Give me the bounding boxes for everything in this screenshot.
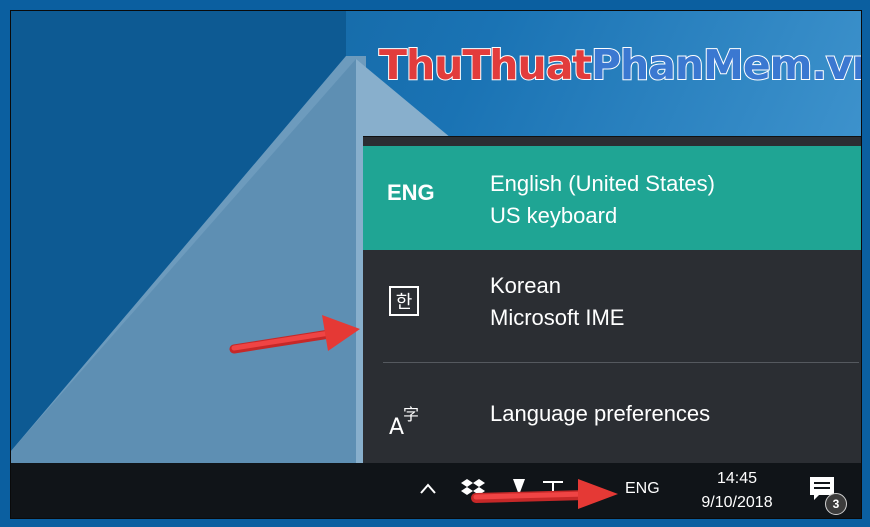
preferences-label: Language preferences [490,401,711,426]
network-icon[interactable] [513,479,525,495]
korean-ime-icon: 한 [389,286,419,316]
flyout-divider [383,362,859,363]
taskbar: ENG 14:45 9/10/2018 3 [11,463,861,518]
language-details: English (United States) US keyboard [490,168,715,232]
language-flyout: ENG English (United States) US keyboard … [363,136,861,463]
language-item-korean[interactable]: 한 Korean Microsoft IME [363,250,861,360]
notification-count-badge: 3 [825,493,847,515]
clock[interactable]: 14:45 9/10/2018 [687,467,787,515]
system-tray-icons[interactable] [457,473,577,503]
keyboard-name: US keyboard [490,203,618,228]
svg-text:A: A [389,415,404,440]
language-details: Korean Microsoft IME [490,270,624,334]
language-code: ENG [387,180,435,205]
language-item-english[interactable]: ENG English (United States) US keyboard [363,146,861,250]
dropbox-icon[interactable] [461,479,485,495]
clock-date: 9/10/2018 [701,494,773,511]
clock-time: 14:45 [716,470,758,487]
language-preferences-link[interactable]: A 字 Language preferences [363,370,861,463]
language-indicator[interactable]: ENG [625,480,660,498]
screenshot-frame: ThuThuatPhanMem.vn ENG English (United S… [10,10,862,519]
language-name: Korean [490,273,561,298]
svg-text:字: 字 [403,405,419,424]
language-name: English (United States) [490,171,715,196]
volume-icon[interactable] [543,481,563,495]
language-preferences-icon: A 字 [389,405,419,440]
keyboard-name: Microsoft IME [490,305,625,330]
show-hidden-icons-chevron[interactable] [415,473,441,503]
